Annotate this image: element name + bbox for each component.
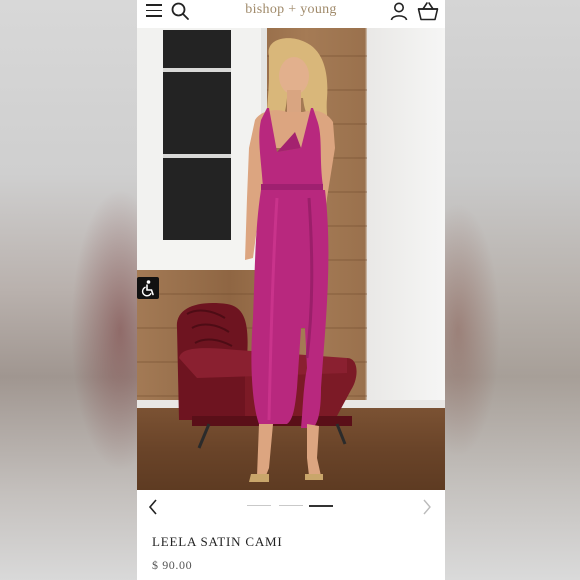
carousel-dot-3[interactable] bbox=[309, 505, 333, 507]
site-header: bishop + young bbox=[137, 0, 445, 28]
accessibility-icon[interactable] bbox=[137, 277, 159, 299]
carousel-dot-2[interactable] bbox=[279, 505, 303, 507]
product-photo[interactable] bbox=[137, 28, 445, 490]
user-account-icon[interactable] bbox=[389, 1, 409, 21]
product-page: bishop + young LEELA SATIN CAMI $ 90.00 bbox=[137, 0, 445, 580]
product-title: LEELA SATIN CAMI bbox=[152, 534, 283, 549]
blurred-backdrop-left bbox=[0, 0, 137, 580]
chevron-right-icon[interactable] bbox=[421, 498, 433, 516]
blurred-backdrop-right bbox=[443, 0, 580, 580]
chevron-left-icon[interactable] bbox=[147, 498, 159, 516]
carousel-dot-1[interactable] bbox=[247, 505, 271, 507]
image-carousel-controls bbox=[137, 490, 445, 524]
shopping-basket-icon[interactable] bbox=[417, 1, 439, 21]
product-price: $ 90.00 bbox=[152, 558, 193, 572]
model-in-magenta-satin bbox=[245, 38, 335, 482]
